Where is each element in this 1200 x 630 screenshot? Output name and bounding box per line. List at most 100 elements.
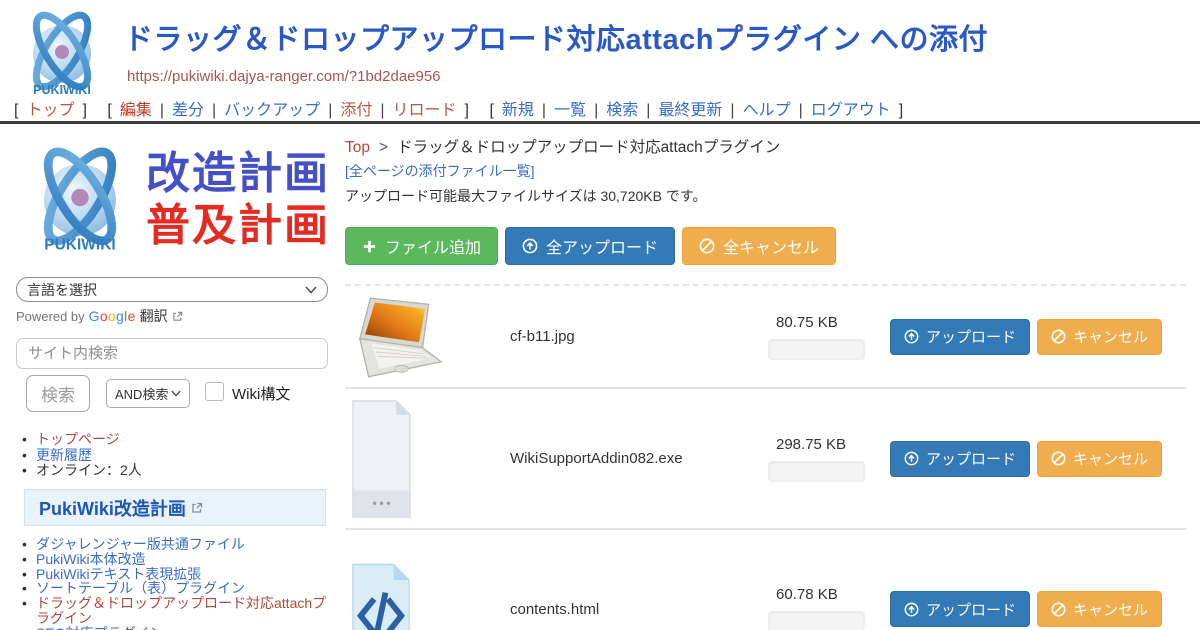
nav-link-list[interactable]: 一覧	[554, 102, 586, 119]
google-wordmark: Google	[89, 308, 136, 324]
nav-link-attach[interactable]: 添付	[340, 102, 372, 119]
language-select[interactable]: 言語を選択	[16, 277, 328, 302]
cancel-button[interactable]: キャンセル	[1037, 441, 1162, 477]
banner-text: 改造計画 普及計画	[146, 148, 330, 252]
logo-wordmark: PUKIWIKI	[44, 237, 115, 254]
nav-link-search[interactable]: 検索	[606, 102, 638, 119]
list-item: ダジャレンジャー版共通ファイル	[20, 537, 336, 552]
separator: |	[212, 102, 216, 119]
nav-link-logout[interactable]: ログアウト	[811, 102, 891, 119]
list-item: 更新履歴	[20, 448, 142, 464]
file-size: 60.78 KB	[768, 586, 890, 603]
search-button[interactable]: 検索	[26, 375, 90, 412]
upload-all-button[interactable]: 全アップロード	[505, 227, 675, 265]
file-size-cell: 60.78 KB	[768, 586, 890, 630]
upload-progress-bar	[768, 461, 865, 482]
search-mode-value: AND検索	[115, 384, 168, 403]
sidebar-link-dnd-attach[interactable]: ドラッグ＆ドロップアップロード対応attachプラグイン	[36, 595, 326, 626]
nav-link-reload[interactable]: リロード	[393, 102, 457, 119]
pukiwiki-logo[interactable]: PUKIWIKI	[12, 4, 112, 102]
cancel-all-button[interactable]: 全キャンセル	[682, 227, 836, 265]
list-item: SEO対応プラグイン	[20, 626, 336, 630]
nav-link-new[interactable]: 新規	[502, 102, 534, 119]
google-translate-credit[interactable]: Powered by Google 翻訳	[16, 306, 183, 326]
bracket: [	[489, 102, 493, 119]
sidebar-link-sort-table[interactable]: ソートテーブル（表）プラグイン	[36, 580, 245, 596]
sidebar-panel-title-link[interactable]: PukiWiki改造計画	[39, 495, 186, 521]
upload-label: アップロード	[926, 326, 1016, 347]
bracket: ]	[465, 102, 469, 119]
file-size: 298.75 KB	[768, 436, 890, 453]
sidebar-link-seo[interactable]: SEO対応プラグイン	[36, 625, 164, 630]
circle-arrow-up-icon	[904, 602, 919, 617]
upload-button[interactable]: アップロード	[890, 319, 1030, 355]
sidebar-plugin-links: ダジャレンジャー版共通ファイル PukiWiki本体改造 PukiWikiテキス…	[20, 537, 336, 630]
top-navigation: [トップ] [編集|差分|バックアップ|添付|リロード] [新規|一覧|検索|最…	[14, 96, 919, 120]
nav-link-edit[interactable]: 編集	[120, 102, 152, 119]
logo-wordmark: PUKIWIKI	[33, 83, 91, 97]
nav-group-page: [編集|差分|バックアップ|添付|リロード]	[107, 102, 469, 119]
banner-line2: 普及計画	[146, 200, 330, 252]
list-item: トップページ	[20, 432, 142, 448]
sidebar-link-core-mod[interactable]: PukiWiki本体改造	[36, 551, 146, 567]
sidebar-link-common-files[interactable]: ダジャレンジャー版共通ファイル	[36, 536, 245, 552]
cancel-button[interactable]: キャンセル	[1037, 319, 1162, 355]
cancel-button[interactable]: キャンセル	[1037, 591, 1162, 627]
chevron-down-icon	[305, 286, 317, 294]
external-link-icon	[172, 311, 183, 322]
upload-all-label: 全アップロード	[546, 234, 658, 258]
file-size-cell: 80.75 KB	[768, 314, 890, 360]
site-search-input[interactable]	[16, 338, 328, 369]
cancel-all-label: 全キャンセル	[723, 234, 819, 258]
cancel-label: キャンセル	[1073, 448, 1148, 469]
add-files-button[interactable]: ファイル追加	[345, 227, 498, 265]
sidebar-link-history[interactable]: 更新履歴	[36, 447, 92, 463]
sidebar-banner[interactable]: PUKIWIKI 改造計画 普及計画	[16, 138, 330, 262]
separator: |	[542, 102, 546, 119]
file-row: cf-b11.jpg 80.75 KB アップロード キャンセル	[345, 286, 1186, 389]
nav-link-help[interactable]: ヘルプ	[743, 102, 791, 119]
file-row: WikiSupportAddin082.exe 298.75 KB アップロード…	[345, 389, 1186, 530]
powered-by-text: Powered by	[16, 309, 85, 324]
sidebar-link-text-ext[interactable]: PukiWikiテキスト表現拡張	[36, 566, 201, 582]
breadcrumb-home-link[interactable]: Top	[345, 139, 370, 156]
upload-toolbar: ファイル追加 全アップロード 全キャンセル	[345, 227, 836, 265]
sidebar-link-toppage[interactable]: トップページ	[36, 431, 120, 447]
nav-link-backup[interactable]: バックアップ	[224, 102, 320, 119]
all-attachments-link[interactable]: [全ページの添付ファイル一覧]	[345, 161, 535, 181]
list-item: ソートテーブル（表）プラグイン	[20, 581, 336, 596]
separator: |	[160, 102, 164, 119]
upload-button[interactable]: アップロード	[890, 591, 1030, 627]
file-name: WikiSupportAddin082.exe	[510, 450, 768, 467]
bracket: [	[107, 102, 111, 119]
file-size-cell: 298.75 KB	[768, 436, 890, 482]
nav-link-top[interactable]: トップ	[26, 102, 74, 119]
nav-group-top: [トップ]	[14, 102, 87, 119]
cancel-label: キャンセル	[1073, 326, 1148, 347]
banner-line1: 改造計画	[146, 148, 330, 200]
sidebar-panel-header: PukiWiki改造計画	[24, 489, 326, 526]
bracket: ]	[899, 102, 903, 119]
translate-text: 翻訳	[140, 306, 168, 326]
online-count: オンライン：2人	[36, 462, 142, 478]
search-mode-select[interactable]: AND検索	[106, 379, 190, 408]
file-actions: アップロード キャンセル	[890, 591, 1162, 627]
external-link-icon	[191, 502, 203, 514]
wiki-syntax-label: Wiki構文	[232, 383, 290, 404]
wiki-syntax-checkbox[interactable]	[205, 382, 224, 401]
upload-file-list: cf-b11.jpg 80.75 KB アップロード キャンセル	[345, 284, 1186, 630]
ban-icon	[1051, 451, 1066, 466]
ban-icon	[1051, 329, 1066, 344]
breadcrumb: Top>ドラッグ＆ドロップアップロード対応attachプラグイン	[345, 135, 780, 157]
upload-button[interactable]: アップロード	[890, 441, 1030, 477]
bracket: [	[14, 102, 18, 119]
sidebar-quick-links: トップページ 更新履歴 オンライン：2人	[20, 432, 142, 479]
file-row: contents.html 60.78 KB アップロード キャンセル	[345, 530, 1186, 630]
pukiwiki-attach-page: PUKIWIKI ドラッグ＆ドロップアップロード対応attachプラグイン への…	[0, 0, 1200, 630]
upload-label: アップロード	[926, 448, 1016, 469]
nav-link-diff[interactable]: 差分	[172, 102, 204, 119]
nav-link-recent[interactable]: 最終更新	[658, 102, 722, 119]
file-thumbnail-cell	[345, 562, 510, 630]
list-item: PukiWikiテキスト表現拡張	[20, 567, 336, 582]
circle-arrow-up-icon	[522, 238, 538, 254]
